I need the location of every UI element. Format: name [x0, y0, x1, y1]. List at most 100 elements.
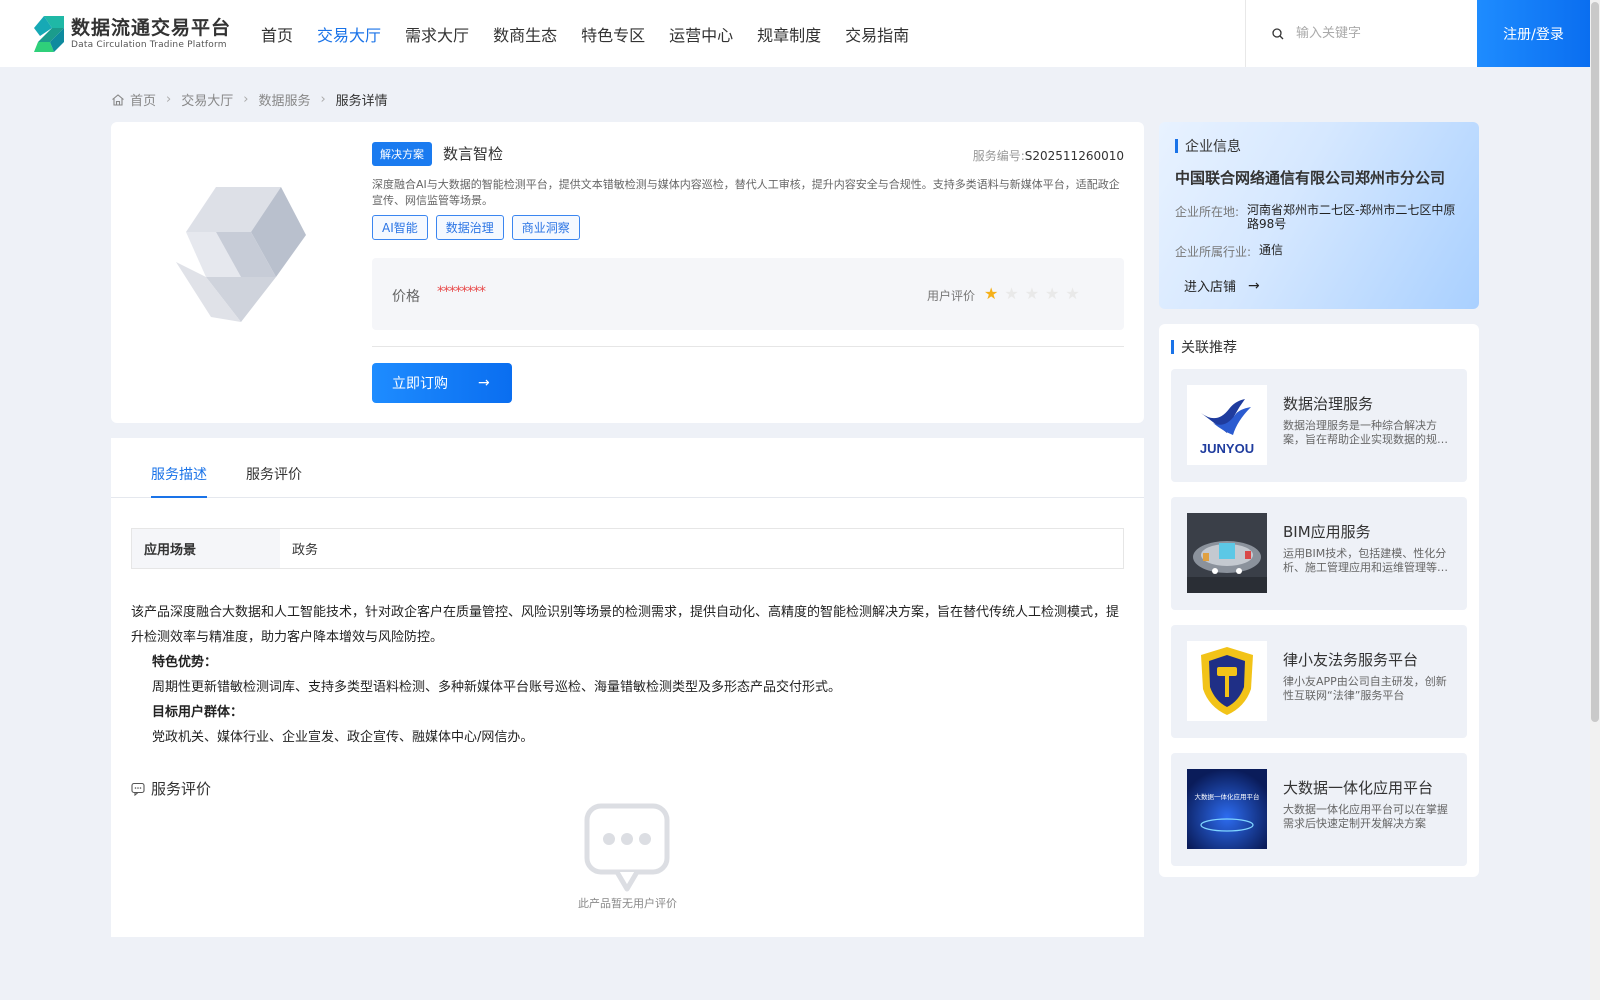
audience-heading: 目标用户群体： [152, 705, 244, 720]
chevron-right-icon: › [166, 92, 172, 107]
star-icon: ★ [984, 284, 999, 303]
product-summary-card: 解决方案 数言智检 服务编号:S202511260010 深度融合AI与大数据的… [111, 122, 1144, 423]
reviews-title: 服务评价 [151, 780, 212, 798]
rating-label: 用户评价 [927, 289, 976, 303]
location-label: 企业所在地: [1175, 205, 1240, 219]
no-reviews-text: 此产品暂无用户评价 [578, 897, 677, 910]
service-description: 该产品深度融合大数据和人工智能技术，针对政企客户在质量管控、风险识别等场景的检测… [131, 600, 1121, 750]
nav-item[interactable]: 交易大厅 [317, 22, 381, 46]
chevron-right-icon: › [320, 92, 326, 107]
nav-item[interactable]: 需求大厅 [405, 22, 469, 46]
empty-chat-icon [584, 803, 670, 892]
enter-shop-link[interactable]: 进入店铺 → [1184, 276, 1260, 296]
recommend-item[interactable]: 律小友法务服务平台 律小友APP由公司自主研发，创新性互联网“法律”服务平台 [1171, 625, 1467, 738]
bigdata-platform-caption: 大数据一体化应用平台 [1195, 792, 1260, 801]
scene-key: 应用场景 [132, 529, 280, 568]
company-industry-row: 企业所属行业: 通信 [1175, 243, 1469, 260]
bim-render-image [1187, 513, 1267, 593]
search-input[interactable] [1296, 26, 1466, 41]
page-scrollbar[interactable] [1590, 0, 1600, 1000]
detail-tabs: 服务描述 服务评价 [111, 438, 1144, 498]
advantage-heading: 特色优势： [152, 655, 218, 670]
breadcrumb-home[interactable]: 首页 [130, 90, 156, 109]
recommend-title: 律小友法务服务平台 [1283, 651, 1419, 669]
recommend-desc: 数据治理服务是一种综合解决方案，旨在帮助企业实现数据的规范化管理与价值挖掘 [1283, 419, 1448, 446]
company-section-title: 企业信息 [1175, 136, 1241, 156]
recommend-desc: 律小友APP由公司自主研发，创新性互联网“法律”服务平台 [1283, 675, 1447, 702]
recommend-desc: 运用BIM技术，包括建模、性化分析、施工管理应用和运维管理等服务 [1283, 547, 1448, 574]
tag-business-insight[interactable]: 商业洞察 [511, 215, 580, 240]
tab-service-description[interactable]: 服务描述 [151, 464, 207, 498]
logo-icon [34, 15, 64, 52]
recommend-section-label: 关联推荐 [1181, 340, 1237, 356]
recommend-title: 大数据一体化应用平台 [1283, 779, 1434, 797]
search-icon[interactable] [1272, 27, 1284, 40]
nav-item[interactable]: 首页 [261, 22, 293, 46]
bigdata-platform-thumb: 大数据一体化应用平台 [1187, 769, 1267, 849]
nav-item[interactable]: 数商生态 [493, 22, 557, 46]
breadcrumb: 首页 › 交易大厅 › 数据服务 › 服务详情 [111, 90, 388, 109]
logo-title: 数据流通交易平台 [71, 16, 232, 39]
login-register-button[interactable]: 注册/登录 [1477, 0, 1590, 67]
arrow-right-icon: → [1248, 277, 1260, 294]
tag-data-governance[interactable]: 数据治理 [435, 215, 504, 240]
recommend-title: BIM应用服务 [1283, 523, 1371, 541]
price-panel: 价格 ******** 用户评价 ★ ★ ★ ★ ★ [372, 258, 1124, 330]
junyou-logo-text: JUNYOU [1200, 441, 1254, 456]
product-image [176, 187, 306, 322]
nav-item[interactable]: 特色专区 [581, 22, 645, 46]
product-title: 数言智检 [443, 145, 504, 163]
scrollbar-thumb[interactable] [1591, 2, 1599, 722]
rating-stars: ★ ★ ★ ★ ★ [984, 284, 1086, 303]
company-section-label: 企业信息 [1185, 139, 1241, 155]
search-box [1245, 0, 1477, 67]
nav-item[interactable]: 运营中心 [669, 22, 733, 46]
tag-ai[interactable]: AI智能 [372, 215, 428, 240]
price-value: ******** [437, 284, 486, 300]
arrow-right-icon: → [478, 375, 490, 391]
location-value: 河南省郑州市二七区-郑州市二七区中原路98号 [1247, 203, 1456, 231]
law-shield-icon [1201, 647, 1253, 715]
chevron-right-icon: › [243, 92, 249, 107]
junyou-logo-thumb: JUNYOU [1187, 385, 1267, 465]
recommend-item[interactable]: JUNYOU 数据治理服务 数据治理服务是一种综合解决方案，旨在帮助企业实现数据… [1171, 369, 1467, 482]
section-bar [1171, 340, 1174, 354]
industry-value: 通信 [1259, 243, 1284, 257]
reviews-section-title: 服务评价 [131, 778, 211, 799]
star-icon: ★ [1045, 284, 1060, 303]
company-location-row: 企业所在地: 河南省郑州市二七区-郑州市二七区中原路98号 [1175, 203, 1457, 231]
service-number: 服务编号:S202511260010 [973, 147, 1124, 164]
recommend-item[interactable]: BIM应用服务 运用BIM技术，包括建模、性化分析、施工管理应用和运维管理等服务 [1171, 497, 1467, 610]
recommend-section-title: 关联推荐 [1171, 337, 1237, 357]
order-now-label: 立即订购 [392, 376, 448, 392]
breadcrumb-data-service[interactable]: 数据服务 [258, 90, 310, 109]
top-header: 数据流通交易平台 Data Circulation Tradine Platfo… [0, 0, 1590, 67]
description-intro: 该产品深度融合大数据和人工智能技术，针对政企客户在质量管控、风险识别等场景的检测… [131, 605, 1120, 645]
breadcrumb-trading-hall[interactable]: 交易大厅 [181, 90, 233, 109]
bigdata-platform-image: 大数据一体化应用平台 [1187, 769, 1267, 849]
recommend-item[interactable]: 大数据一体化应用平台 大数据一体化应用平台 大数据一体化应用平台可以在掌握需求后… [1171, 753, 1467, 866]
nav-item[interactable]: 规章制度 [757, 22, 821, 46]
recommend-desc: 大数据一体化应用平台可以在掌握需求后快速定制开发解决方案 [1283, 803, 1448, 830]
audience-text: 党政机关、媒体行业、企业宣发、政企宣传、融媒体中心/网信办。 [152, 730, 534, 745]
related-recommendations: 关联推荐 JUNYOU 数据治理服务 数据治理服务是一种综合解决方案，旨在帮助企… [1159, 324, 1479, 877]
scene-table: 应用场景 政务 [131, 528, 1124, 569]
platform-logo[interactable]: 数据流通交易平台 Data Circulation Tradine Platfo… [30, 14, 231, 54]
junyou-logo-icon: JUNYOU [1200, 399, 1254, 456]
advantage-text: 周期性更新错敏检测词库、支持多类型语料检测、多种新媒体平台账号巡检、海量错敏检测… [152, 680, 842, 695]
breadcrumb-current: 服务详情 [335, 94, 388, 109]
law-badge-thumb [1187, 641, 1267, 721]
service-number-label: 服务编号: [972, 149, 1025, 163]
order-now-button[interactable]: 立即订购 → [372, 363, 512, 403]
enter-shop-label: 进入店铺 [1184, 280, 1237, 295]
tab-service-reviews[interactable]: 服务评价 [246, 464, 302, 496]
section-bar [1175, 139, 1178, 153]
company-info-card: 企业信息 中国联合网络通信有限公司郑州市分公司 企业所在地: 河南省郑州市二七区… [1159, 122, 1479, 309]
divider [372, 346, 1124, 347]
recommend-title: 数据治理服务 [1283, 395, 1374, 413]
solution-badge: 解决方案 [372, 142, 432, 166]
main-nav: 首页 交易大厅 需求大厅 数商生态 特色专区 运营中心 规章制度 交易指南 [261, 0, 933, 67]
nav-item[interactable]: 交易指南 [845, 22, 909, 46]
service-number-value: S202511260010 [1024, 149, 1124, 163]
home-icon[interactable] [111, 93, 125, 107]
